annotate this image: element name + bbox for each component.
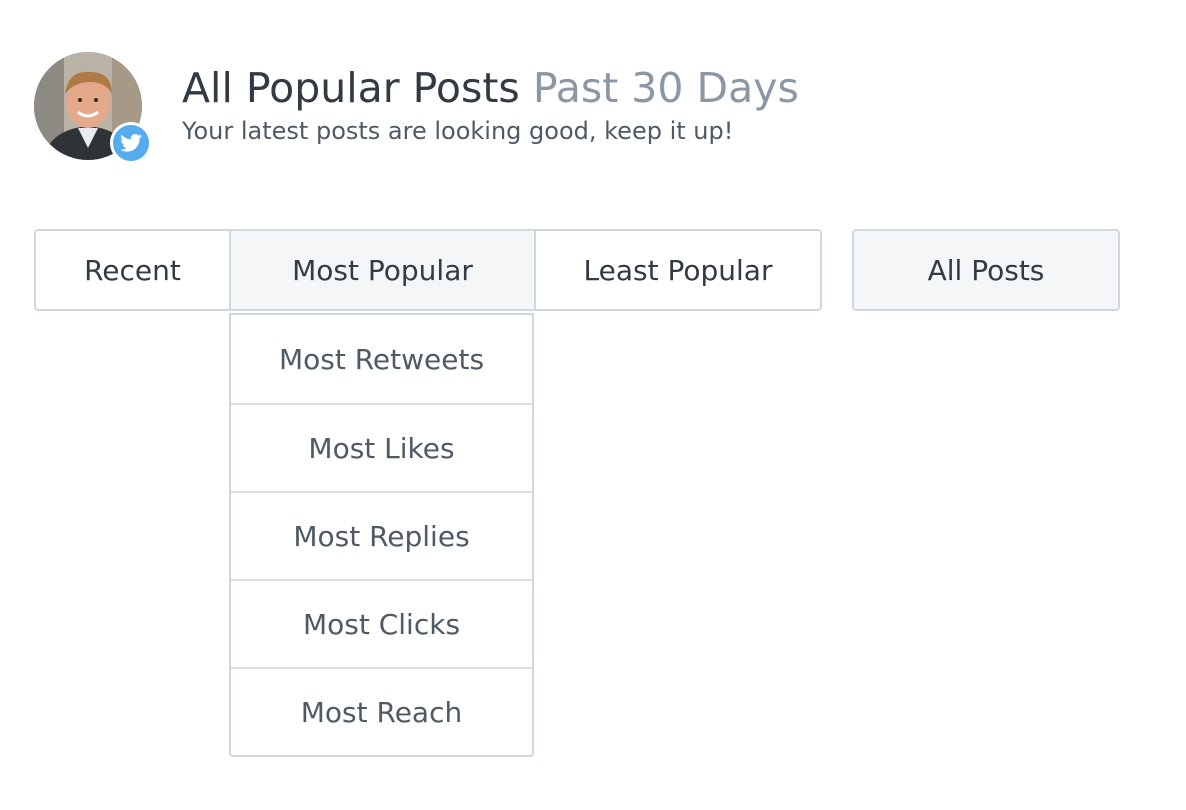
dropdown-item-most-replies[interactable]: Most Replies bbox=[231, 491, 532, 579]
most-popular-dropdown: Most Retweets Most Likes Most Replies Mo… bbox=[229, 313, 534, 757]
page-title-main: All Popular Posts bbox=[182, 64, 520, 112]
page-title: All Popular Posts Past 30 Days bbox=[182, 62, 799, 114]
page-subtitle: Your latest posts are looking good, keep… bbox=[182, 117, 734, 145]
sort-tabs: Recent Most Popular Least Popular bbox=[34, 229, 822, 311]
twitter-icon bbox=[120, 134, 142, 152]
profile-avatar-wrapper bbox=[34, 52, 152, 164]
tab-most-popular[interactable]: Most Popular bbox=[229, 231, 536, 309]
tab-recent[interactable]: Recent bbox=[36, 231, 229, 309]
header-titles: All Popular Posts Past 30 Days Your late… bbox=[182, 62, 799, 146]
dropdown-item-most-likes[interactable]: Most Likes bbox=[231, 403, 532, 491]
page-title-range: Past 30 Days bbox=[532, 64, 799, 112]
twitter-badge bbox=[110, 122, 152, 164]
dropdown-item-most-retweets[interactable]: Most Retweets bbox=[231, 315, 532, 403]
all-posts-button[interactable]: All Posts bbox=[852, 229, 1120, 311]
dropdown-item-most-reach[interactable]: Most Reach bbox=[231, 667, 532, 755]
dropdown-item-most-clicks[interactable]: Most Clicks bbox=[231, 579, 532, 667]
tab-least-popular[interactable]: Least Popular bbox=[536, 231, 820, 309]
page: All Popular Posts Past 30 Days Your late… bbox=[0, 0, 1186, 810]
page-header: All Popular Posts Past 30 Days Your late… bbox=[34, 52, 799, 164]
